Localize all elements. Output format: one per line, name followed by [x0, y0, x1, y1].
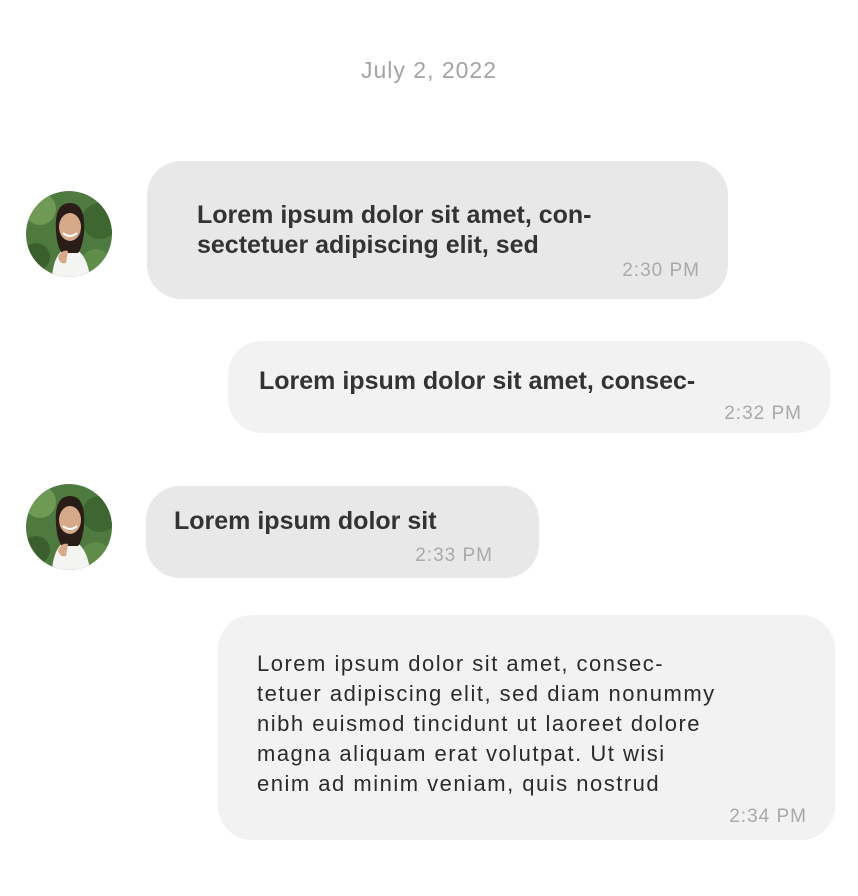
- message-text: Lorem ipsum dolor sit: [174, 507, 437, 535]
- contact-avatar[interactable]: [26, 484, 112, 570]
- message-text: Lorem ipsum dolor sit amet, consec-: [259, 367, 696, 395]
- message-timestamp: 2:30 PM: [622, 260, 700, 281]
- avatar-photo-icon: [26, 191, 112, 277]
- message-bubble-sent[interactable]: Lorem ipsum dolor sit amet, consec- 2:32…: [228, 341, 830, 433]
- message-bubble-received[interactable]: Lorem ipsum dolor sit 2:33 PM: [146, 486, 539, 578]
- message-bubble-received[interactable]: Lorem ipsum dolor sit amet, con- sectetu…: [147, 161, 728, 299]
- message-text: Lorem ipsum dolor sit amet, con- sectetu…: [197, 201, 592, 259]
- message-timestamp: 2:32 PM: [724, 403, 802, 424]
- contact-avatar[interactable]: [26, 191, 112, 277]
- avatar-photo-icon: [26, 484, 112, 570]
- message-timestamp: 2:34 PM: [729, 806, 807, 827]
- date-divider: July 2, 2022: [360, 57, 498, 83]
- message-bubble-sent[interactable]: Lorem ipsum dolor sit amet, consec- tetu…: [218, 615, 835, 840]
- message-text: Lorem ipsum dolor sit amet, consec- tetu…: [257, 651, 716, 796]
- message-timestamp: 2:33 PM: [415, 545, 493, 566]
